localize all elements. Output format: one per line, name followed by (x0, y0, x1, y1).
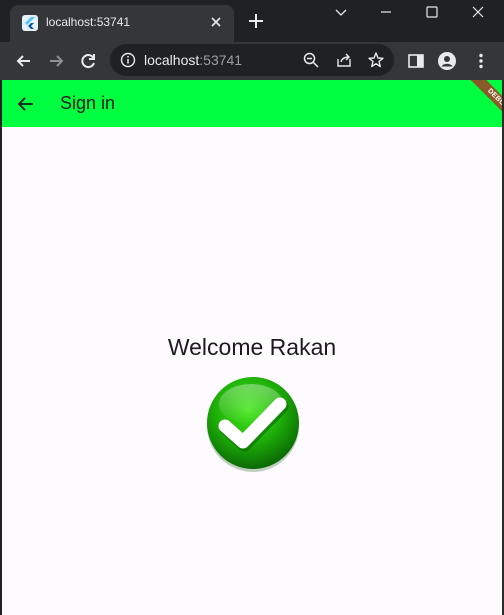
app-bar: Sign in (2, 80, 502, 127)
success-check-icon (207, 377, 299, 472)
forward-icon[interactable] (46, 51, 66, 71)
flutter-favicon-icon (22, 15, 38, 31)
zoom-out-icon[interactable] (302, 51, 320, 69)
share-icon[interactable] (335, 51, 353, 69)
tab-strip: localhost:53741 (0, 0, 504, 42)
new-tab-icon[interactable] (246, 11, 266, 31)
debug-banner-label: DEBUG (465, 80, 502, 128)
side-panel-icon[interactable] (406, 51, 426, 71)
profile-icon[interactable] (437, 51, 457, 71)
url-text[interactable]: localhost:53741 (144, 52, 242, 68)
info-icon[interactable] (120, 52, 136, 68)
bookmark-star-icon[interactable] (367, 51, 385, 69)
browser-toolbar: localhost:53741 (0, 42, 504, 80)
back-arrow-icon[interactable] (16, 94, 36, 114)
window-close-icon[interactable] (468, 2, 488, 22)
back-icon[interactable] (14, 51, 34, 71)
close-icon[interactable] (208, 14, 224, 30)
url-host: localhost (144, 52, 200, 68)
debug-banner: DEBUG (454, 80, 502, 128)
tab-title: localhost:53741 (46, 15, 131, 29)
kebab-menu-icon[interactable] (471, 51, 491, 71)
address-bar[interactable]: localhost:53741 (110, 44, 394, 76)
reload-icon[interactable] (78, 51, 98, 71)
welcome-text: Welcome Rakan (167, 334, 337, 360)
chevron-down-icon[interactable] (331, 2, 351, 22)
browser-tab[interactable]: localhost:53741 (10, 5, 234, 42)
minimize-icon[interactable] (376, 2, 396, 22)
page-title: Sign in (60, 93, 116, 113)
url-port: :53741 (199, 52, 243, 68)
maximize-icon[interactable] (422, 2, 442, 22)
page-viewport: Sign in DEBUG Welcome Rakan (2, 80, 502, 615)
